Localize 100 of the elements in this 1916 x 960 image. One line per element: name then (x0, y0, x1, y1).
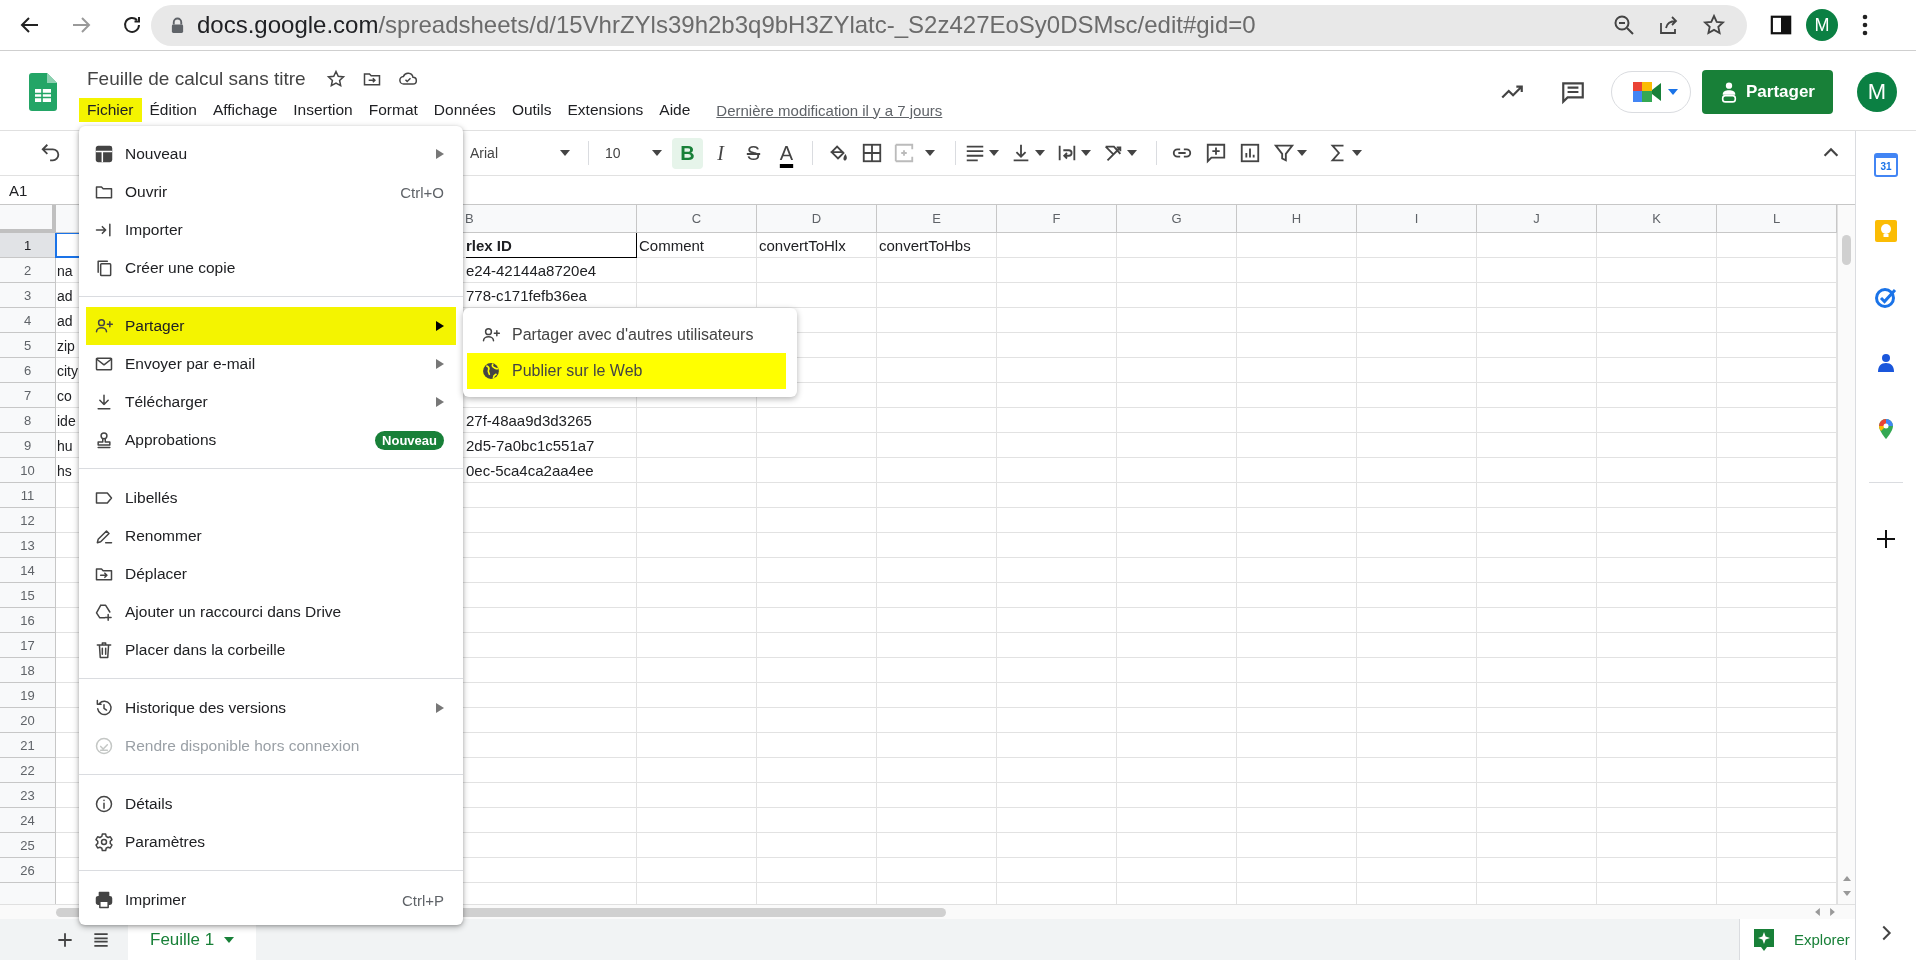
menu-item[interactable]: Ajouter un raccourci dans Drive (86, 593, 456, 631)
menu-item[interactable]: Libellés (86, 479, 456, 517)
menu-bar-item[interactable]: Aide (651, 98, 699, 122)
address-bar[interactable]: docs.google.com/spreadsheets/d/15VhrZYls39h2b3q9bH3ZYlatc-_S2z427EoSy0DSMsc/edit#gid=0 (151, 4, 1747, 46)
chart-icon[interactable] (1239, 142, 1261, 164)
printer-icon (94, 890, 114, 910)
menu-item[interactable]: Déplacer (86, 555, 456, 593)
explore-button[interactable]: Explorer (1739, 919, 1855, 960)
menu-bar-item[interactable]: Données (425, 98, 504, 122)
check-circle-icon (94, 736, 114, 756)
envelope-icon (94, 354, 114, 374)
caret-icon (560, 150, 570, 156)
scroll-down-icon[interactable] (1842, 891, 1851, 896)
table-cell: ad (57, 312, 73, 329)
calendar-icon[interactable]: 31 (1874, 153, 1898, 177)
add-comment-icon[interactable] (1205, 142, 1227, 164)
filter-icon[interactable] (1273, 142, 1295, 164)
last-edit-link[interactable]: Dernière modification il y a 7 jours (716, 101, 943, 119)
column-header[interactable]: G (1117, 205, 1237, 233)
menu-item[interactable]: Importer (86, 211, 456, 249)
account-avatar[interactable]: M (1857, 72, 1897, 112)
column-header[interactable]: D (757, 205, 877, 233)
menu-bar-item[interactable]: Outils (503, 98, 560, 122)
video-camera-icon (1632, 80, 1662, 104)
menu-item[interactable]: Renommer (86, 517, 456, 555)
column-header[interactable]: E (877, 205, 997, 233)
menu-item[interactable]: Détails (86, 785, 456, 823)
task-check-icon[interactable] (1874, 285, 1898, 309)
scroll-right-icon[interactable] (1830, 908, 1835, 916)
column-header[interactable]: K (1597, 205, 1717, 233)
menu-item[interactable]: Approbations Nouveau (86, 421, 456, 459)
menu-item[interactable]: Paramètres (86, 823, 456, 861)
table-cell: hu (57, 437, 73, 454)
info-icon (94, 794, 114, 814)
menu-bar-item[interactable]: Édition (141, 98, 205, 122)
scroll-left-icon[interactable] (1815, 908, 1820, 916)
add-icon[interactable] (1874, 527, 1898, 551)
table-cell-text: convertToHbs (878, 236, 972, 256)
scrollbar-thumb[interactable] (1842, 235, 1851, 265)
menu-bar-item[interactable]: Insertion (285, 98, 361, 122)
table-cell: rlex ID (466, 233, 637, 258)
table-cell: zip (57, 337, 75, 354)
menu-bar-item[interactable]: Fichier (79, 98, 142, 122)
row-header[interactable]: 1 (0, 233, 56, 258)
menu-bar-item[interactable]: Affichage (204, 98, 286, 122)
vertical-scrollbar[interactable] (1837, 205, 1855, 904)
menu-item[interactable]: Publier sur le Web (467, 353, 786, 389)
more-options-icon[interactable] (1862, 14, 1868, 36)
menu-item[interactable]: Imprimer Ctrl+P (86, 881, 456, 919)
caret-icon (224, 936, 235, 943)
menu-item[interactable]: Nouveau (86, 135, 456, 173)
caret-icon (1352, 150, 1362, 156)
scroll-up-icon[interactable] (1842, 876, 1851, 881)
table-cell-text: 0ec-5ca4ca2aa4ee (466, 461, 595, 481)
menu-item[interactable]: Partager avec d'autres utilisateurs (467, 317, 786, 353)
share-button[interactable]: Partager (1702, 70, 1833, 114)
menu-item[interactable]: Historique des versions (86, 689, 456, 727)
comment-icon[interactable] (1560, 79, 1586, 105)
table-cell-text: 778-c171fefb36ea (466, 286, 588, 306)
caret-icon (1297, 150, 1307, 156)
menu-bar-item[interactable]: Format (360, 98, 426, 122)
font-size-dropdown[interactable]: 10 (597, 138, 672, 168)
column-header[interactable]: I (1357, 205, 1477, 233)
name-box[interactable]: A1 (9, 181, 28, 199)
borders-icon[interactable] (861, 142, 883, 164)
table-cell: na (57, 262, 73, 279)
menu-item[interactable]: Créer une copie (86, 249, 456, 287)
menu-item[interactable]: Placer dans la corbeille (86, 631, 456, 669)
caret-icon (1127, 150, 1137, 156)
stamp-icon (94, 430, 114, 450)
strikethrough-button[interactable]: S (738, 137, 769, 169)
trash-icon (94, 640, 114, 660)
menu-item[interactable]: Ouvrir Ctrl+O (86, 173, 456, 211)
column-header[interactable]: C (637, 205, 757, 233)
text-color-button[interactable]: A (771, 137, 802, 169)
table-cell-text: convertToHlx (758, 236, 847, 256)
star-icon[interactable] (325, 69, 346, 89)
caret-icon (1081, 150, 1091, 156)
column-header[interactable]: J (1477, 205, 1597, 233)
profile-avatar[interactable]: M (1806, 9, 1838, 41)
italic-button[interactable]: I (705, 137, 736, 169)
menu-bar-item[interactable]: Extensions (559, 98, 652, 122)
side-panel-icon[interactable] (1770, 14, 1792, 36)
undo-icon[interactable] (40, 142, 62, 164)
menu-item[interactable]: Partager (86, 307, 456, 345)
column-header[interactable]: L (1717, 205, 1837, 233)
add-person-icon (481, 325, 501, 345)
column-header[interactable]: H (1237, 205, 1357, 233)
merge-cells-icon[interactable] (893, 142, 915, 164)
bold-button[interactable]: B (672, 137, 703, 169)
column-header[interactable]: F (997, 205, 1117, 233)
spreadsheet-logo[interactable] (29, 73, 57, 111)
caret-icon (1668, 89, 1678, 95)
copy-icon (94, 258, 114, 278)
font-dropdown[interactable]: Arial (462, 138, 580, 168)
zoom-out-icon[interactable] (1612, 13, 1636, 37)
document-title[interactable]: Feuille de calcul sans titre (87, 68, 306, 90)
menu-item[interactable]: Télécharger (86, 383, 456, 421)
star-icon[interactable] (1702, 13, 1726, 37)
menu-item[interactable]: Envoyer par e-mail (86, 345, 456, 383)
